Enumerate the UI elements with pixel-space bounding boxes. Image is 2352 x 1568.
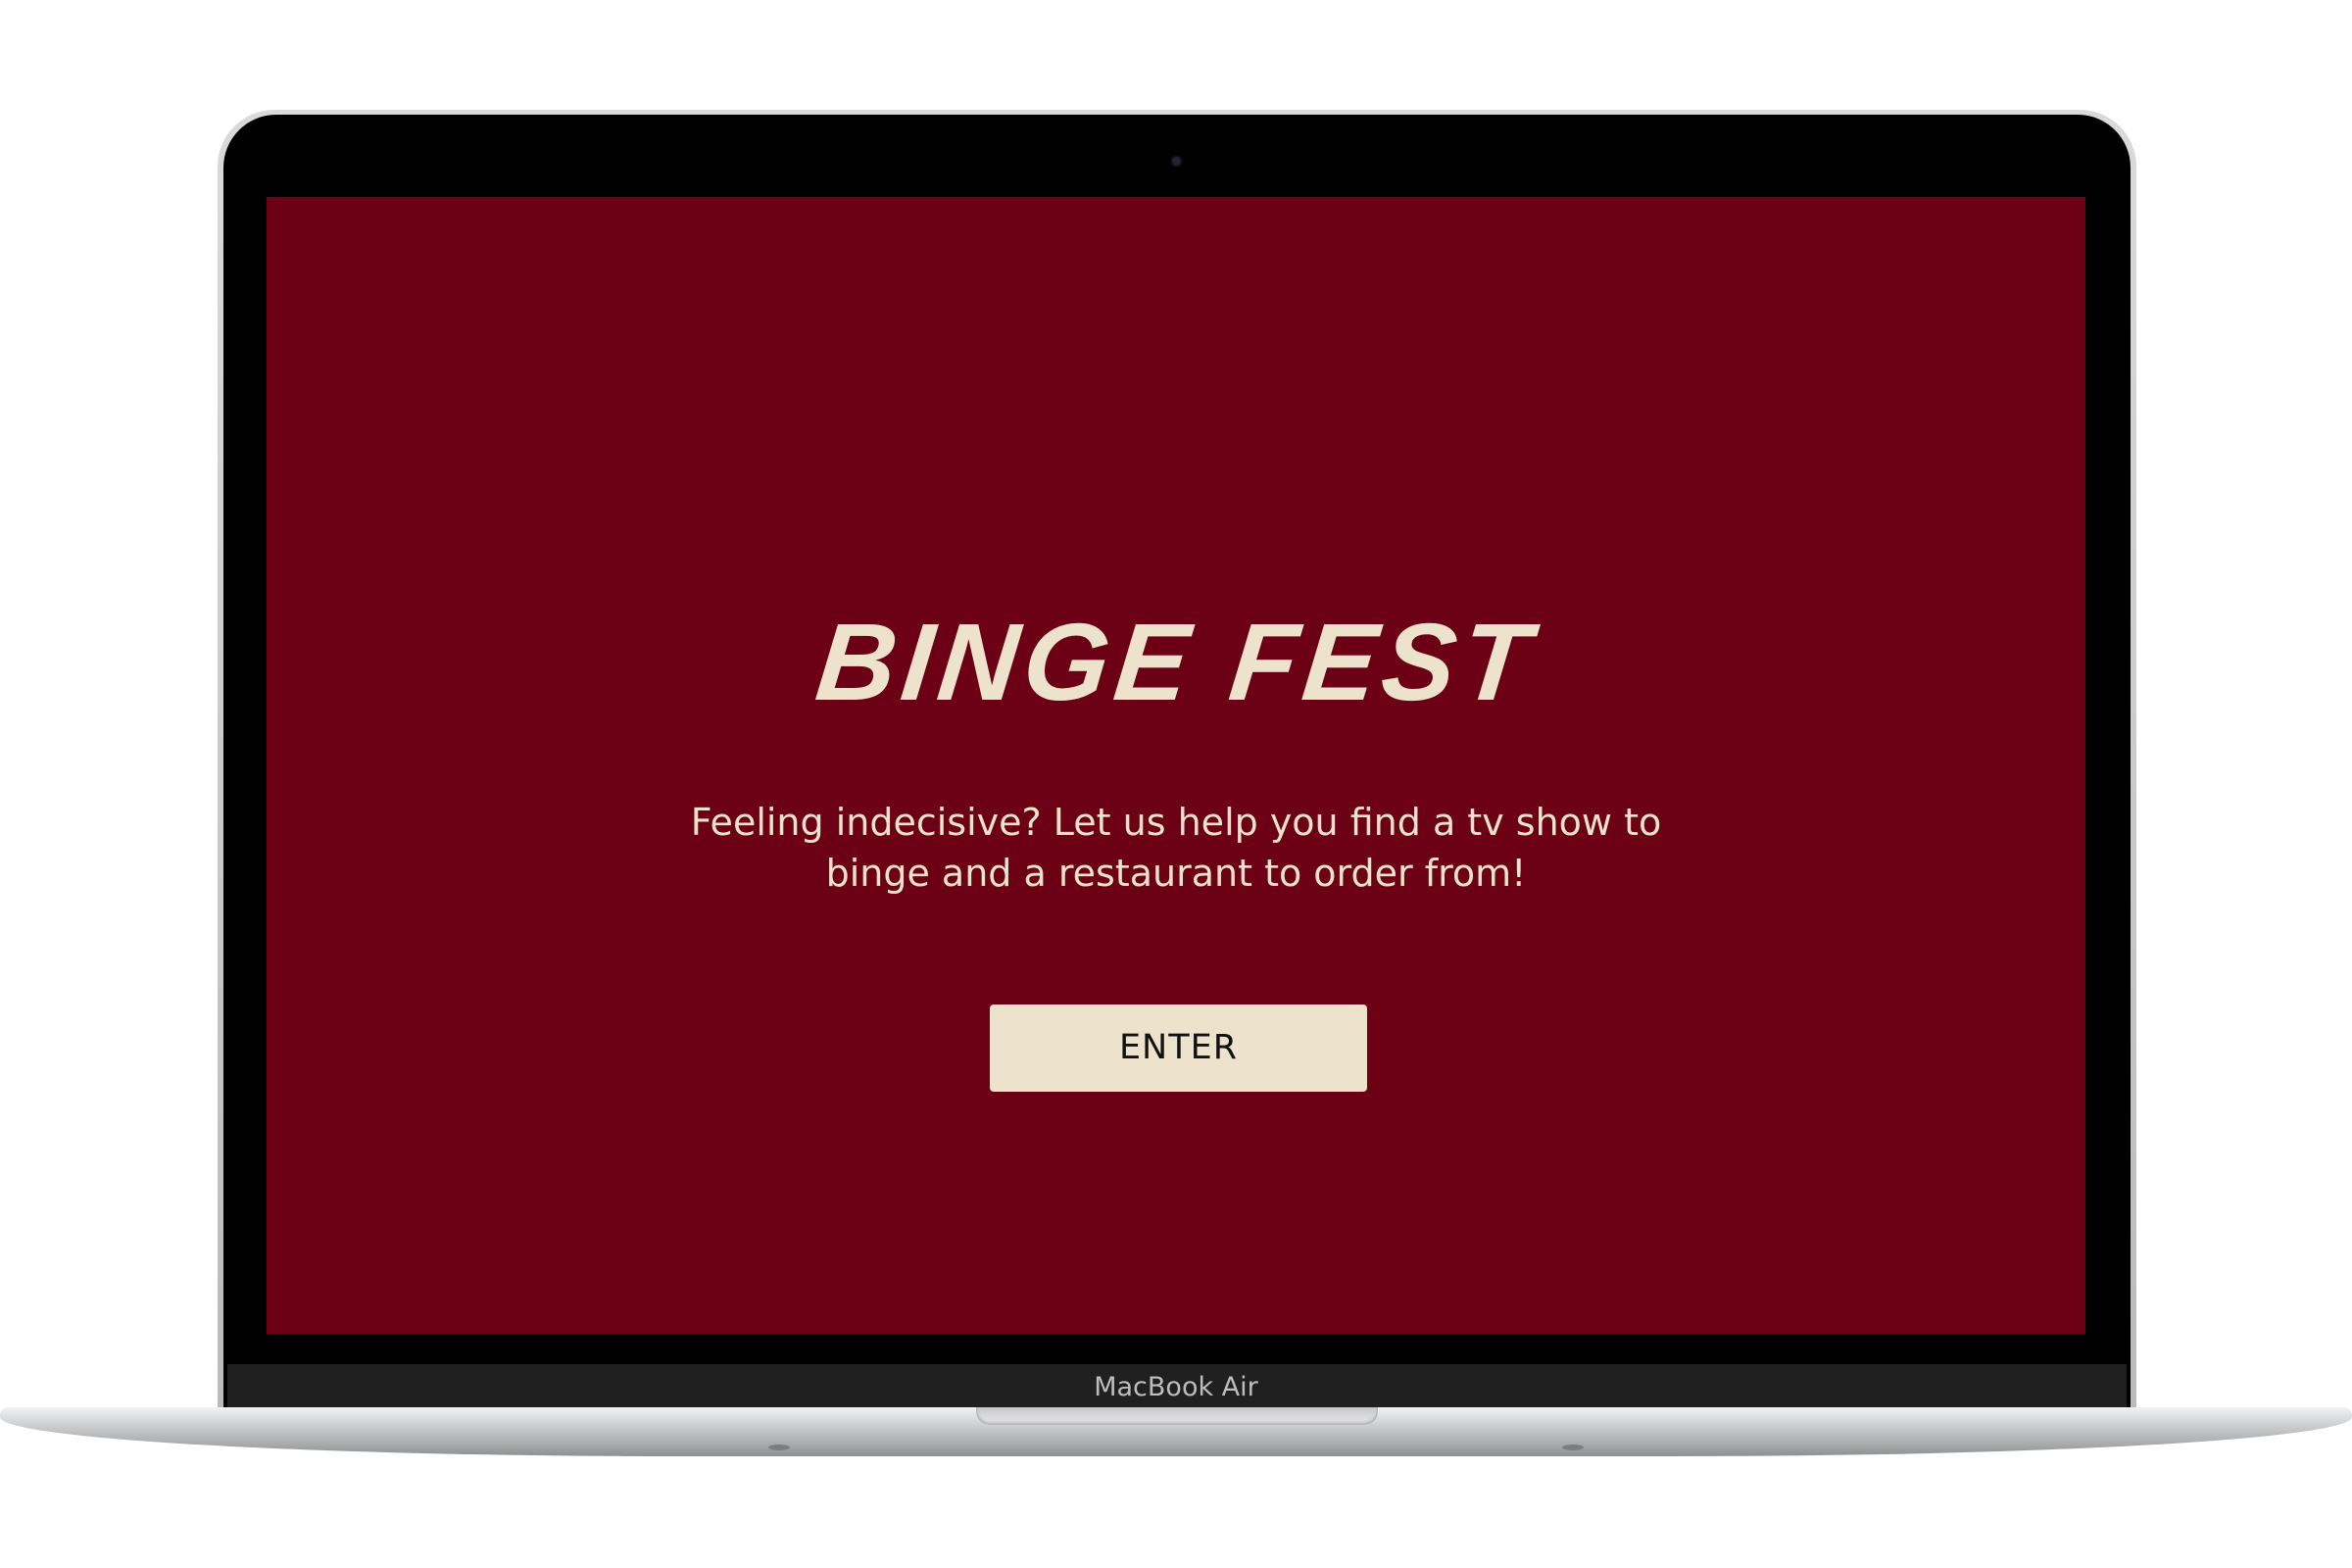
app-tagline: Feeling indecisive? Let us help you find… — [690, 801, 1662, 895]
app-title: BINGE FEST — [810, 601, 1542, 723]
webcam-icon — [1172, 157, 1181, 166]
laptop-foot-left — [768, 1445, 790, 1450]
app-screen: BINGE FEST Feeling indecisive? Let us he… — [267, 197, 2085, 1334]
laptop-hinge-notch — [976, 1407, 1378, 1425]
device-brand-label: MacBook Air — [1094, 1372, 1258, 1402]
laptop-foot-right — [1562, 1445, 1584, 1450]
enter-button[interactable]: ENTER — [990, 1004, 1367, 1092]
